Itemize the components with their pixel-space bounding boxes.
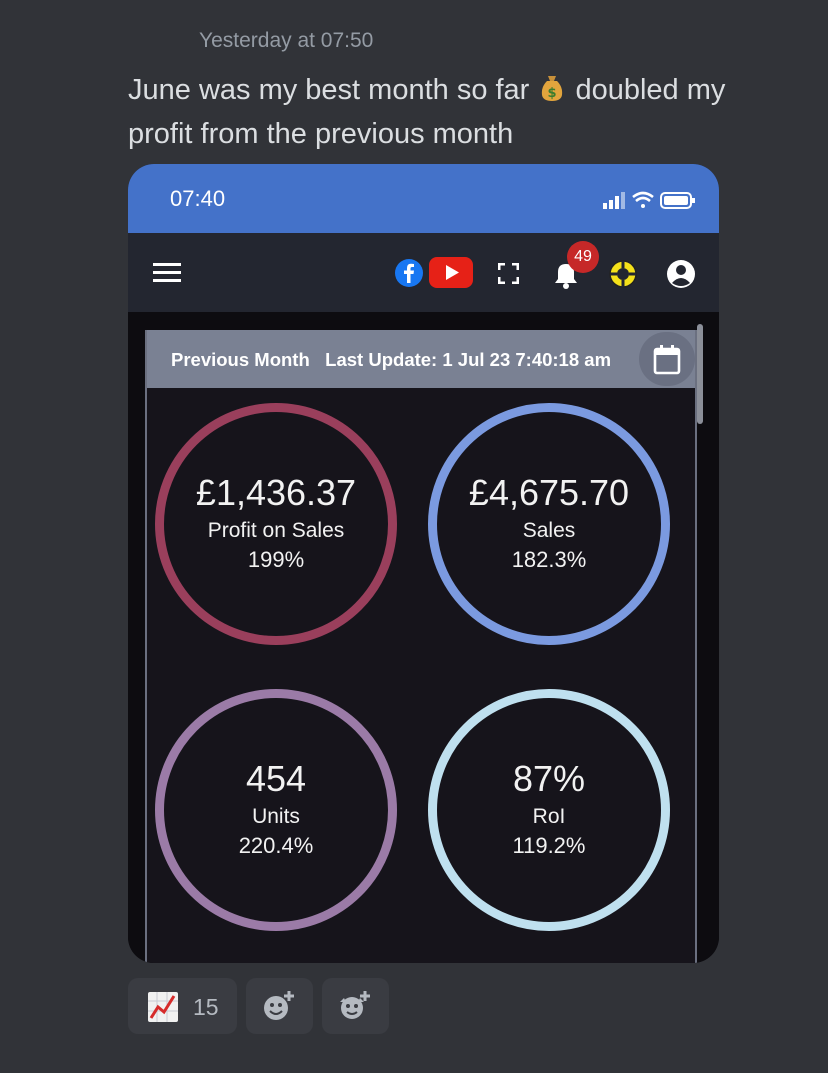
card-header: Previous Month Last Update: 1 Jul 23 7:4… (147, 330, 695, 388)
card-title: Previous Month Last Update: 1 Jul 23 7:4… (171, 349, 612, 370)
metric-label: Units (252, 805, 300, 828)
metric-change: 199% (247, 547, 305, 572)
calendar-button[interactable] (639, 332, 695, 386)
metric-change: 119.2% (512, 833, 586, 858)
metric-value: £1,436.37 (195, 472, 357, 513)
calendar-icon (653, 345, 681, 375)
metric-label: Profit on Sales (207, 519, 345, 542)
message-timestamp: Yesterday at 07:50 (199, 29, 374, 52)
dashboard-content: Previous Month Last Update: 1 Jul 23 7:4… (128, 312, 719, 963)
add-reaction-button[interactable] (246, 978, 313, 1034)
add-reaction-icon (264, 991, 294, 1020)
metric-change: 220.4% (238, 833, 314, 858)
status-icons (603, 191, 695, 209)
menu-icon[interactable] (153, 262, 181, 284)
stats-card: Previous Month Last Update: 1 Jul 23 7:4… (145, 330, 697, 963)
chart-increasing-icon (148, 992, 178, 1022)
facebook-icon[interactable] (395, 259, 423, 287)
metric-value: 454 (245, 758, 307, 799)
wifi-icon (632, 191, 654, 208)
add-super-reaction-icon (340, 991, 370, 1019)
status-time: 07:40 (170, 186, 226, 211)
support-icon[interactable] (608, 259, 638, 289)
phone-screenshot[interactable]: 07:40 49 Previous Month Last Update: 1 J… (128, 164, 719, 963)
fullscreen-icon[interactable] (498, 263, 519, 284)
svg-text:$: $ (548, 86, 557, 101)
reaction-chart-increasing[interactable]: 15 (128, 978, 237, 1034)
metric-units: 454 Units 220.4% (155, 689, 397, 931)
battery-icon (660, 192, 695, 209)
status-bar: 07:40 (128, 164, 719, 233)
account-icon[interactable] (666, 259, 696, 289)
notification-badge: 49 (567, 241, 599, 273)
reaction-count: 15 (193, 994, 219, 1020)
add-super-reaction-button[interactable] (322, 978, 389, 1034)
metric-profit: £1,436.37 Profit on Sales 199% (155, 403, 397, 645)
app-bar: 49 (128, 233, 719, 312)
metric-label: RoI (532, 805, 566, 828)
metric-value: 87% (512, 758, 586, 799)
metric-roi: 87% RoI 119.2% (428, 689, 670, 931)
metric-change: 182.3% (511, 547, 587, 572)
signal-icon (603, 192, 625, 209)
scrollbar[interactable] (697, 324, 703, 424)
metric-label: Sales (522, 519, 576, 542)
message-text-part1: June was my best month so far (128, 74, 530, 106)
metric-value: £4,675.70 (468, 472, 630, 513)
youtube-icon[interactable] (429, 257, 473, 288)
message-text: June was my best month so far $ doubled … (128, 68, 788, 156)
metric-sales: £4,675.70 Sales 182.3% (428, 403, 670, 645)
money-bag-icon: $ (542, 76, 563, 101)
